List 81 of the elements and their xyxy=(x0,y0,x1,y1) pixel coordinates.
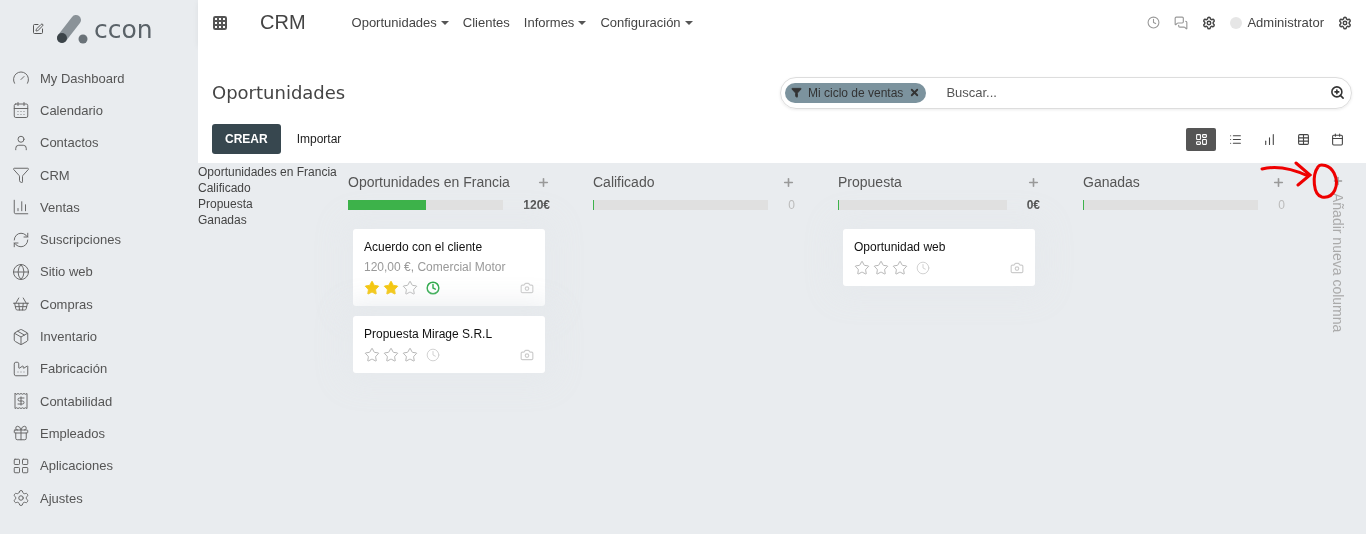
avatar-icon xyxy=(520,281,534,295)
star-icon[interactable] xyxy=(854,260,870,276)
page-title: Oportunidades xyxy=(212,82,347,103)
sidebar-item[interactable]: Aplicaciones xyxy=(0,449,198,482)
stage-link[interactable]: Ganadas xyxy=(198,212,348,228)
column-title: Calificado xyxy=(593,174,655,190)
sidebar-item[interactable]: Ajustes xyxy=(0,481,198,515)
calendar-icon xyxy=(1330,132,1344,146)
star-icon[interactable] xyxy=(364,280,380,296)
apps-icon[interactable] xyxy=(212,14,228,31)
star-icon[interactable] xyxy=(364,347,380,363)
star-icon[interactable] xyxy=(402,347,418,363)
add-icon[interactable] xyxy=(1272,175,1285,189)
close-icon[interactable] xyxy=(909,87,921,98)
menu-item[interactable]: Configuración xyxy=(600,15,693,30)
card-title: Propuesta Mirage S.R.L xyxy=(364,327,494,341)
filter-tag[interactable]: Mi ciclo de ventas xyxy=(785,82,927,103)
stage-link[interactable]: Oportunidades en Francia xyxy=(198,164,348,180)
add-icon[interactable] xyxy=(1027,175,1040,189)
menu-item[interactable]: Clientes xyxy=(462,15,510,30)
star-icon[interactable] xyxy=(383,280,399,296)
settings-icon[interactable] xyxy=(1338,15,1352,30)
add-icon[interactable] xyxy=(537,175,550,189)
logo-text: ccon xyxy=(94,14,153,44)
sidebar-item[interactable]: Contactos xyxy=(0,126,198,159)
activity-icon[interactable] xyxy=(1147,16,1161,29)
clock-icon[interactable] xyxy=(426,348,440,362)
settings-icon[interactable] xyxy=(1202,15,1217,30)
clock-icon[interactable] xyxy=(916,261,930,275)
column-total: 120€ xyxy=(523,198,550,212)
star-icon[interactable] xyxy=(873,260,889,276)
pivot-icon xyxy=(1296,132,1310,146)
sidebar-item[interactable]: Compras xyxy=(0,288,198,321)
sidebar-item[interactable]: CRM xyxy=(0,158,198,192)
sidebar-item[interactable]: Contabilidad xyxy=(0,384,198,418)
column-title: Oportunidades en Francia xyxy=(348,174,510,190)
star-icon[interactable] xyxy=(402,280,418,296)
sidebar-item[interactable]: Calendario xyxy=(0,94,198,127)
sidebar-item[interactable]: Sitio web xyxy=(0,255,198,289)
sidebar-item[interactable]: Suscripciones xyxy=(0,223,198,256)
star-icon[interactable] xyxy=(383,347,399,363)
create-button[interactable]: CREAR xyxy=(212,124,281,154)
opportunity-card[interactable]: Propuesta Mirage S.R.L xyxy=(353,316,545,373)
opportunity-card[interactable]: Acuerdo con el cliente 120,00 €, Comercial Motor xyxy=(353,229,545,306)
logo-icon xyxy=(56,14,88,44)
clock-icon[interactable] xyxy=(426,281,440,295)
star-icon[interactable] xyxy=(892,260,908,276)
avatar-icon xyxy=(1010,261,1024,275)
kanban-view-button[interactable] xyxy=(1186,127,1216,151)
sidebar-item[interactable]: Fabricación xyxy=(0,352,198,385)
star-rating[interactable] xyxy=(854,260,908,276)
opportunity-card[interactable]: Oportunidad web xyxy=(843,229,1035,286)
chat-icon[interactable] xyxy=(1174,15,1189,30)
sidebar-item[interactable]: My Dashboard xyxy=(0,62,198,95)
card-title: Acuerdo con el cliente xyxy=(364,240,484,254)
sidebar-item[interactable]: Empleados xyxy=(0,417,198,450)
star-rating[interactable] xyxy=(364,347,418,363)
menu-item[interactable]: Oportunidades xyxy=(351,15,449,30)
column-title: Propuesta xyxy=(838,174,902,190)
stage-link[interactable]: Propuesta xyxy=(198,196,348,212)
column-title: Ganadas xyxy=(1083,174,1140,190)
import-button[interactable]: Importar xyxy=(290,131,348,147)
column-total: 0€ xyxy=(1026,198,1040,212)
user-menu[interactable]: Administrator xyxy=(1230,15,1324,30)
stage-link[interactable]: Calificado xyxy=(198,180,348,196)
add-icon[interactable] xyxy=(782,175,795,189)
list-icon xyxy=(1228,132,1242,146)
filter-icon xyxy=(791,87,802,98)
sidebar-item[interactable]: Inventario xyxy=(0,320,198,353)
add-icon[interactable] xyxy=(1332,175,1344,187)
menu-item[interactable]: Informes xyxy=(523,15,587,30)
search-icon[interactable] xyxy=(1330,85,1345,100)
graph-icon xyxy=(1262,132,1276,146)
star-rating[interactable] xyxy=(364,280,418,296)
card-title: Oportunidad web xyxy=(854,240,947,254)
kanban-icon xyxy=(1194,132,1208,146)
edit-icon[interactable] xyxy=(32,23,44,35)
avatar-icon xyxy=(520,348,534,362)
app-title: CRM xyxy=(260,11,306,34)
sidebar-item[interactable]: Ventas xyxy=(0,191,198,224)
card-subtitle: 120,00 €, Comercial Motor xyxy=(364,260,507,274)
